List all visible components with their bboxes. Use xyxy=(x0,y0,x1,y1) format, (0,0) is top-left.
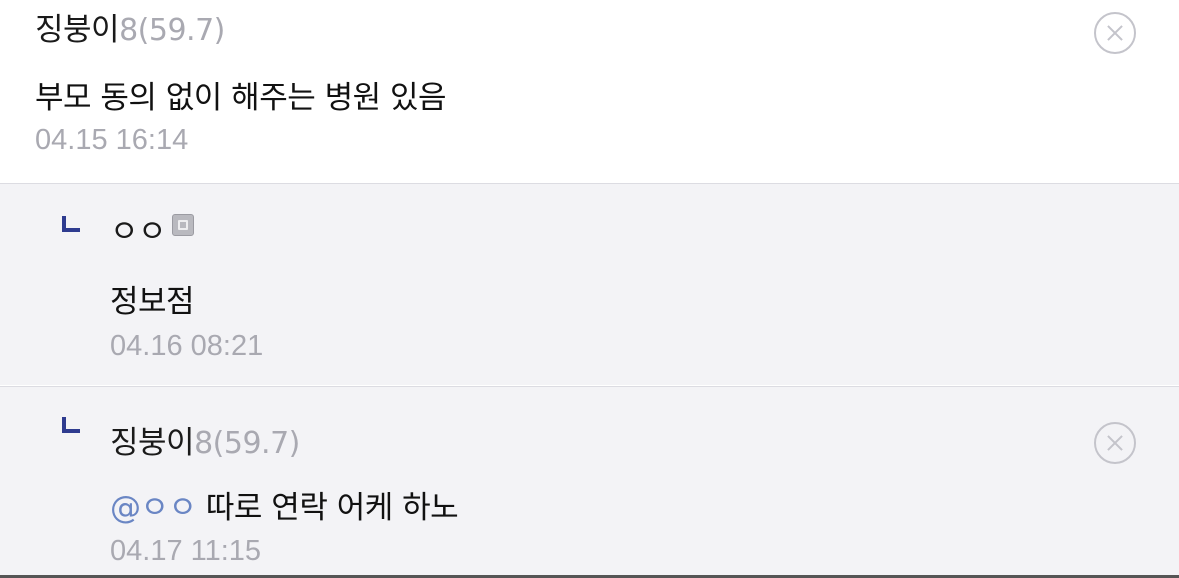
comment-timestamp: 04.17 11:15 xyxy=(110,535,262,567)
reply-arrow-icon xyxy=(62,417,80,433)
reply-item: 징붕이8(59.7) @ㅇㅇ 따로 연락 어케 하노 04.17 11:15 xyxy=(0,386,1179,578)
delete-comment-button[interactable] xyxy=(1094,12,1136,54)
comment-item: 징붕이8(59.7) 부모 동의 없이 해주는 병원 있음 04.15 16:1… xyxy=(0,0,1179,182)
comment-author[interactable]: 징붕이8(59.7) xyxy=(110,417,300,462)
author-name[interactable]: 징붕이 xyxy=(110,425,195,461)
comment-author[interactable]: 징붕이8(59.7) xyxy=(35,4,225,49)
comment-text-content: 따로 연락 어케 하노 xyxy=(205,490,459,526)
author-name[interactable]: 징붕이 xyxy=(35,12,120,48)
author-score: 8(59.7) xyxy=(194,426,300,461)
comment-text: 부모 동의 없이 해주는 병원 있음 xyxy=(35,80,447,116)
comment-author[interactable]: ㅇㅇ xyxy=(110,206,195,251)
author-score: 8(59.7) xyxy=(119,13,225,48)
delete-comment-button[interactable] xyxy=(1094,422,1136,464)
comment-text: 정보점 xyxy=(110,284,195,320)
comment-text: @ㅇㅇ 따로 연락 어케 하노 xyxy=(110,482,459,527)
comment-timestamp: 04.16 08:21 xyxy=(110,330,264,362)
author-name[interactable]: ㅇㅇ xyxy=(110,214,167,250)
reply-arrow-icon xyxy=(62,216,80,232)
badge-icon xyxy=(172,214,195,236)
reply-item: ㅇㅇ 정보점 04.16 08:21 xyxy=(0,183,1179,385)
mention-link[interactable]: @ㅇㅇ xyxy=(110,490,197,526)
comment-timestamp: 04.15 16:14 xyxy=(35,124,189,156)
